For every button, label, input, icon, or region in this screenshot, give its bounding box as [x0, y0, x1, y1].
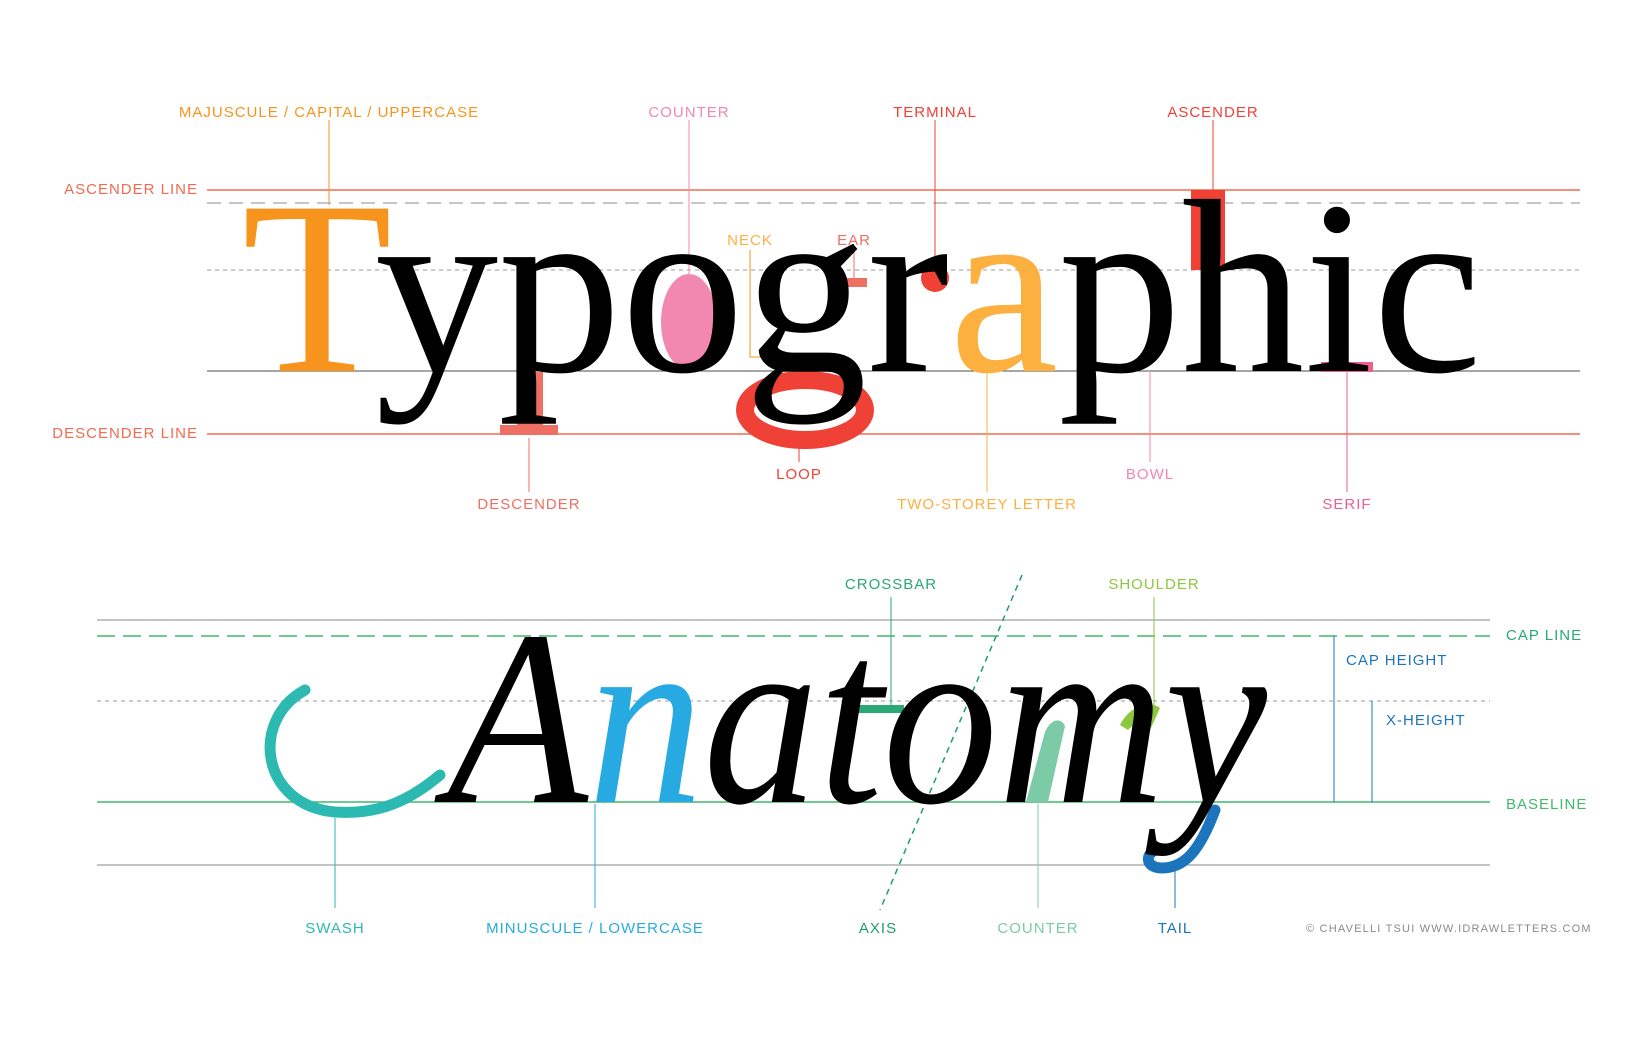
- label-majuscule: MAJUSCULE / CAPITAL / UPPERCASE: [178, 104, 480, 121]
- label-two-storey: TWO-STOREY LETTER: [897, 496, 1077, 513]
- label-axis: AXIS: [858, 920, 898, 937]
- letter-a-capital: A: [434, 580, 589, 857]
- label-swash: SWASH: [305, 920, 365, 937]
- swash-shape: [264, 684, 446, 818]
- label-serif: SERIF: [1322, 496, 1372, 513]
- letter-n-minuscule: n: [588, 580, 703, 857]
- label-cap-height: CAP HEIGHT: [1346, 652, 1448, 669]
- label-baseline: BASELINE: [1506, 796, 1588, 813]
- letters-atomy: atomy: [703, 580, 1268, 857]
- label-tail: TAIL: [1157, 920, 1193, 937]
- label-x-height: X-HEIGHT: [1386, 712, 1466, 729]
- label-minuscule: MINUSCULE / LOWERCASE: [486, 920, 704, 937]
- label-counter-bottom: COUNTER: [997, 920, 1079, 937]
- label-neck: NECK: [727, 232, 773, 249]
- label-bowl: BOWL: [1125, 466, 1175, 483]
- credit-text: © CHAVELLI TSUI WWW.IDRAWLETTERS.COM: [1306, 923, 1592, 935]
- label-loop: LOOP: [776, 466, 822, 483]
- label-descender: DESCENDER: [477, 496, 581, 513]
- label-counter-top: COUNTER: [648, 104, 730, 121]
- label-crossbar: CROSSBAR: [844, 576, 938, 593]
- label-descender-line: DESCENDER LINE: [52, 425, 198, 442]
- word-anatomy: Anatomy: [434, 580, 1268, 857]
- label-terminal: TERMINAL: [893, 104, 977, 121]
- label-cap-line: CAP LINE: [1506, 627, 1583, 644]
- label-ascender: ASCENDER: [1167, 104, 1259, 121]
- label-ear: EAR: [837, 232, 871, 249]
- label-shoulder: SHOULDER: [1108, 576, 1200, 593]
- anatomy-diagram: Anatomy: [97, 574, 1490, 911]
- label-ascender-line: ASCENDER LINE: [64, 181, 198, 198]
